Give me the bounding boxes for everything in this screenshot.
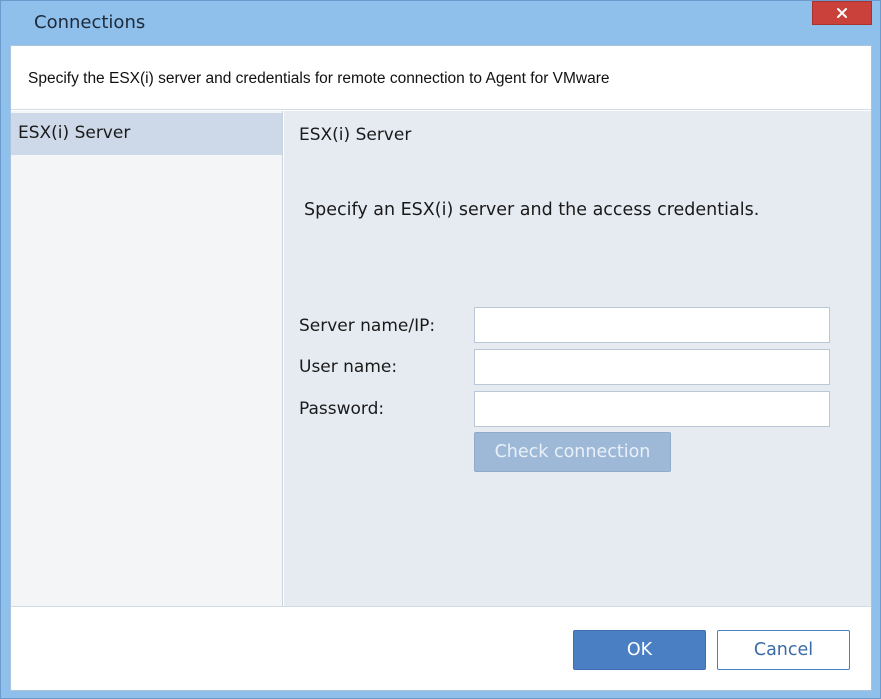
check-connection-button[interactable]: Check connection	[474, 432, 671, 472]
sidebar-item-label: ESX(i) Server	[18, 123, 131, 143]
content-description: Specify an ESX(i) server and the access …	[304, 200, 760, 220]
close-button[interactable]	[812, 1, 872, 25]
close-icon	[836, 7, 848, 19]
password-input[interactable]	[474, 391, 830, 427]
server-name-label: Server name/IP:	[299, 316, 436, 336]
cancel-button[interactable]: Cancel	[717, 630, 850, 670]
title-bar[interactable]: Connections	[1, 1, 880, 45]
content-title: ESX(i) Server	[299, 125, 412, 145]
connections-dialog: Connections Specify the ESX(i) server an…	[0, 0, 881, 699]
sidebar-item-esx-server[interactable]: ESX(i) Server	[11, 113, 282, 155]
dialog-footer: OK Cancel	[11, 606, 871, 690]
dialog-header: Specify the ESX(i) server and credential…	[11, 46, 871, 110]
server-name-input[interactable]	[474, 307, 830, 343]
user-name-input[interactable]	[474, 349, 830, 385]
ok-button[interactable]: OK	[573, 630, 706, 670]
content-panel: ESX(i) Server Specify an ESX(i) server a…	[284, 111, 871, 606]
sidebar: ESX(i) Server	[11, 111, 283, 606]
password-label: Password:	[299, 399, 385, 419]
dialog-body: Specify the ESX(i) server and credential…	[10, 45, 872, 691]
header-instruction: Specify the ESX(i) server and credential…	[28, 70, 610, 87]
user-name-label: User name:	[299, 357, 398, 377]
window-title: Connections	[34, 12, 146, 33]
